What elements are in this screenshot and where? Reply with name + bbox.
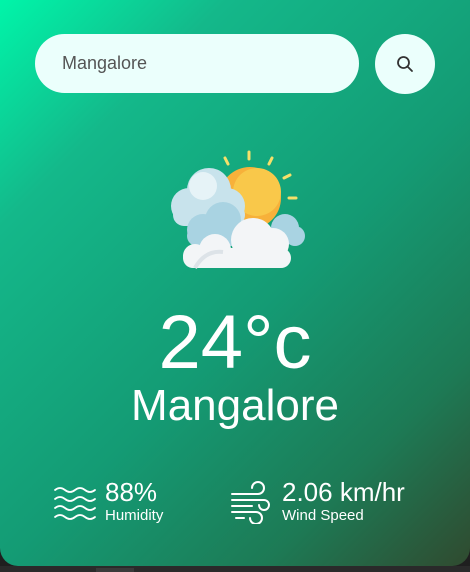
search-button[interactable] xyxy=(375,34,435,94)
wind-label: Wind Speed xyxy=(282,507,364,524)
bottom-bar xyxy=(0,566,470,572)
humidity-value: 88% xyxy=(105,477,158,507)
city-name: Mangalore xyxy=(131,381,339,430)
partly-cloudy-icon xyxy=(171,150,305,270)
bottom-tab-indicator xyxy=(96,568,134,572)
wind-value: 2.06 km/hr xyxy=(282,477,405,507)
wind-stat: 2.06 km/hr Wind Speed xyxy=(230,478,405,526)
search-input[interactable] xyxy=(60,52,344,75)
humidity-stat: 88% Humidity xyxy=(53,478,163,526)
temperature-value: 24°c xyxy=(158,300,312,385)
humidity-label: Humidity xyxy=(105,507,164,524)
weather-card: 24°c Mangalore 88% Humidity xyxy=(0,0,470,566)
wind-icon xyxy=(231,481,270,524)
humidity-icon xyxy=(54,487,96,520)
search-bar[interactable] xyxy=(35,34,359,93)
search-icon xyxy=(397,56,413,72)
